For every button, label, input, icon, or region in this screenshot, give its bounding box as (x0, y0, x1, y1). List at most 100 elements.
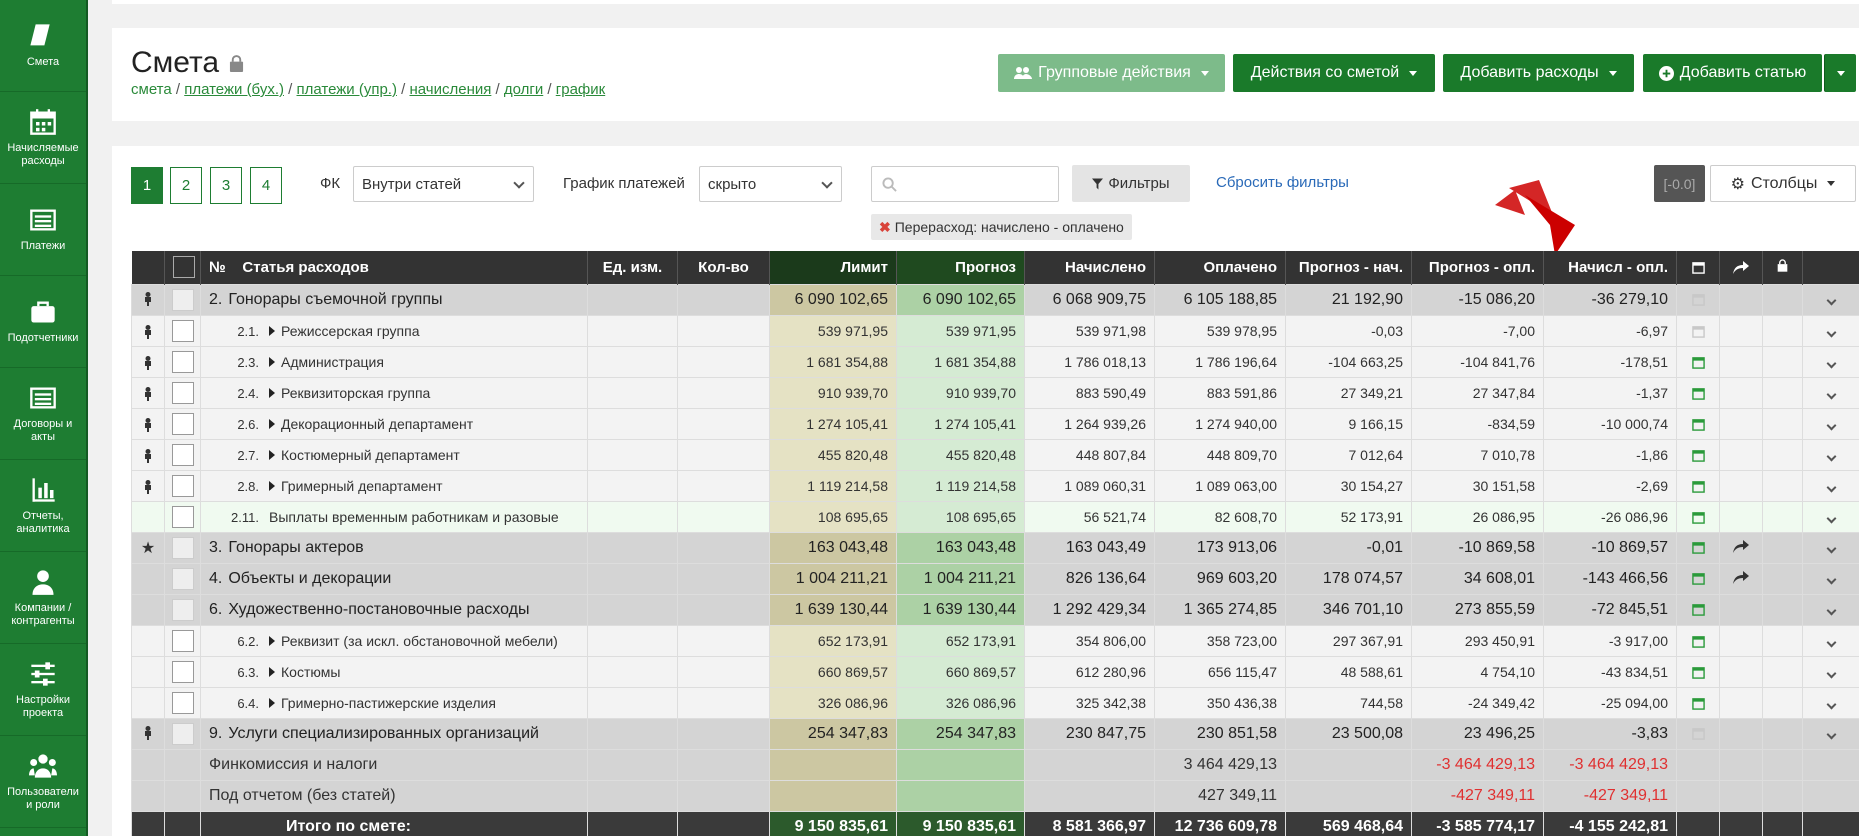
sidebar-item-3[interactable]: Подотчетники (0, 276, 86, 368)
expand-cell[interactable] (1802, 314, 1859, 347)
chevron-down-icon[interactable] (1826, 699, 1836, 709)
header-name[interactable]: № Статья расходов (200, 251, 588, 284)
chevron-down-icon[interactable] (1826, 482, 1836, 492)
sidebar-item-1[interactable]: Начисляемые расходы (0, 92, 86, 184)
table-row[interactable]: 6.4. Гримерно-пастижерские изделия 326 086… (131, 686, 1859, 719)
header-accrued[interactable]: Начислено (1024, 251, 1155, 284)
columns-button[interactable]: ⚙ Столбцы (1710, 165, 1856, 202)
header-paid[interactable]: Оплачено (1154, 251, 1286, 284)
reset-filters-link[interactable]: Сбросить фильтры (1216, 174, 1349, 191)
header-forecast[interactable]: Прогноз (896, 251, 1025, 284)
table-row[interactable]: 2. Гонорары съемочной группы 6 090 102,65 6… (131, 283, 1859, 316)
calendar-icon[interactable] (1691, 541, 1705, 554)
page-tab-3[interactable]: 3 (210, 167, 242, 204)
calendar-icon[interactable] (1691, 697, 1705, 711)
pin-icon[interactable] (142, 479, 154, 494)
breadcrumb-link[interactable]: платежи (бух.) (184, 81, 284, 98)
expand-triangle-icon[interactable] (269, 697, 275, 708)
expand-cell[interactable] (1802, 686, 1859, 719)
sidebar-item-2[interactable]: Платежи (0, 184, 86, 276)
row-checkbox[interactable] (171, 691, 194, 714)
chevron-down-icon[interactable] (1826, 358, 1836, 368)
calendar-icon[interactable] (1691, 727, 1705, 740)
row-checkbox[interactable] (171, 412, 194, 435)
expand-cell[interactable] (1802, 500, 1859, 533)
header-limit[interactable]: Лимит (769, 251, 897, 284)
calendar-icon[interactable] (1691, 511, 1705, 525)
expand-triangle-icon[interactable] (269, 325, 275, 336)
sidebar-item-6[interactable]: Компании / контрагенты (0, 552, 86, 644)
page-tab-1[interactable]: 1 (131, 167, 163, 204)
star-icon[interactable]: ★ (141, 540, 155, 557)
row-checkbox[interactable] (171, 381, 194, 404)
row-checkbox[interactable] (171, 536, 194, 559)
pin-icon[interactable] (142, 726, 154, 741)
breadcrumb-link[interactable]: начисления (409, 81, 491, 98)
pin-icon[interactable] (142, 386, 154, 401)
row-checkbox[interactable] (171, 288, 194, 311)
expand-triangle-icon[interactable] (269, 480, 275, 491)
table-row[interactable]: 2.11. Выплаты временным работникам и разо… (131, 500, 1859, 533)
chevron-down-icon[interactable] (1826, 451, 1836, 461)
calendar-icon[interactable] (1691, 293, 1705, 306)
pin-icon[interactable] (142, 355, 154, 370)
table-row[interactable]: 2.6. Декорационный департамент 1 274 105,4… (131, 407, 1859, 440)
expand-triangle-icon[interactable] (269, 387, 275, 398)
row-checkbox[interactable] (171, 350, 194, 373)
expand-triangle-icon[interactable] (269, 635, 275, 646)
expand-cell[interactable] (1802, 655, 1859, 688)
schedule-select[interactable]: скрыто (699, 166, 842, 202)
expand-cell[interactable] (1802, 717, 1859, 750)
pin-icon[interactable] (142, 324, 154, 339)
expand-triangle-icon[interactable] (269, 418, 275, 429)
header-select-all[interactable] (164, 251, 201, 284)
pin-icon[interactable] (142, 417, 154, 432)
table-row[interactable]: ★ 3. Гонорары актеров 163 043,48 163 043,48 1… (131, 531, 1859, 564)
table-row[interactable]: 4. Объекты и декорации 1 004 211,21 1 004 2… (131, 562, 1859, 595)
row-checkbox[interactable] (171, 474, 194, 497)
row-checkbox[interactable] (171, 722, 194, 745)
header-qty[interactable]: Кол-во (677, 251, 770, 284)
pin-icon[interactable] (142, 448, 154, 463)
chevron-down-icon[interactable] (1826, 605, 1836, 615)
expand-cell[interactable] (1802, 562, 1859, 595)
calendar-icon[interactable] (1691, 635, 1705, 649)
remove-filter-icon[interactable]: ✖ (879, 219, 891, 236)
chevron-down-icon[interactable] (1826, 295, 1836, 305)
table-row[interactable]: 6. Художественно-постановочные расходы 1 6… (131, 593, 1859, 626)
expand-cell[interactable] (1802, 283, 1859, 316)
expand-cell[interactable] (1802, 469, 1859, 502)
page-tab-4[interactable]: 4 (250, 167, 282, 204)
table-row[interactable]: 2.3. Администрация 1 681 354,88 1 681 354,8… (131, 345, 1859, 378)
group-actions-button[interactable]: Групповые действия (998, 54, 1225, 92)
add-expenses-button[interactable]: Добавить расходы (1443, 54, 1634, 92)
fk-select[interactable]: Внутри статей (353, 166, 534, 202)
add-item-button[interactable]: Добавить статью (1643, 54, 1822, 92)
row-checkbox[interactable] (171, 598, 194, 621)
table-row[interactable]: 2.7. Костюмерный департамент 455 820,48 455… (131, 438, 1859, 471)
add-item-dropdown-toggle[interactable] (1824, 54, 1856, 92)
select-all-checkbox[interactable] (173, 256, 195, 279)
header-forecast-minus-accrued[interactable]: Прогноз - нач. (1285, 251, 1412, 284)
share-icon[interactable] (1733, 540, 1749, 554)
table-row[interactable]: 2.4. Реквизиторская группа 910 939,70 910 9… (131, 376, 1859, 409)
page-tab-2[interactable]: 2 (170, 167, 202, 204)
expand-cell[interactable] (1802, 438, 1859, 471)
calendar-icon[interactable] (1691, 449, 1705, 463)
chevron-down-icon[interactable] (1826, 574, 1836, 584)
chevron-down-icon[interactable] (1826, 668, 1836, 678)
breadcrumb-link[interactable]: долги (504, 81, 543, 98)
header-unit[interactable]: Ед. изм. (587, 251, 678, 284)
chevron-down-icon[interactable] (1826, 420, 1836, 430)
calendar-icon[interactable] (1691, 387, 1705, 401)
calendar-icon[interactable] (1691, 603, 1705, 616)
breadcrumb-current[interactable]: смета (131, 81, 172, 98)
filters-button[interactable]: Фильтры (1072, 165, 1190, 202)
table-row[interactable]: 2.1. Режиссерская группа 539 971,95 539 971… (131, 314, 1859, 347)
row-checkbox[interactable] (171, 629, 194, 652)
search-input[interactable] (871, 166, 1059, 202)
chevron-down-icon[interactable] (1826, 729, 1836, 739)
calendar-icon[interactable] (1691, 418, 1705, 432)
chevron-down-icon[interactable] (1826, 327, 1836, 337)
row-checkbox[interactable] (171, 567, 194, 590)
